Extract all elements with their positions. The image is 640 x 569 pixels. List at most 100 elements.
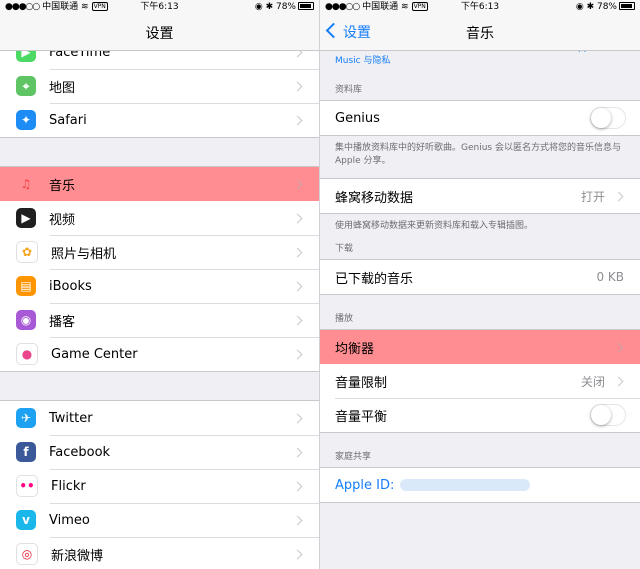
cellular-note: 使用蜂窝移动数据来更新资料库和载入专辑插图。 — [335, 221, 534, 231]
status-bar: ●●●○○ 中国联通 ≋ VPN 下午6:13 ◉ ✱ 78% — [0, 0, 319, 14]
videos-icon: ▶ — [16, 208, 36, 228]
chevron-right-icon — [292, 515, 303, 525]
settings-item-label: Facebook — [49, 444, 111, 460]
chevron-right-icon — [292, 81, 303, 91]
weibo-icon: ◎ — [16, 543, 38, 565]
cellular-data-label: 蜂窝移动数据 — [335, 190, 414, 206]
settings-item-label: 新浪微博 — [51, 548, 104, 564]
settings-group: ✈ Twitter f Facebook •• Flickr v Vimeo ◎ 新浪微博 — [0, 400, 319, 569]
ibooks-icon: ▤ — [16, 276, 36, 296]
maps-icon: ⌖ — [16, 76, 36, 96]
settings-item-vimeo[interactable]: v Vimeo — [0, 503, 319, 537]
settings-item-label: 播客 — [49, 314, 76, 330]
settings-group: ♫ 音乐 ▶ 视频 ✿ 照片与相机 ▤ iBooks ◉ 播客 ● Game Center — [0, 166, 319, 372]
sound-check-toggle[interactable] — [590, 404, 626, 426]
photos-icon: ✿ — [16, 241, 38, 263]
lock-rotation-icon: ◉ — [254, 2, 263, 12]
settings-item-videos[interactable]: ▶ 视频 — [0, 201, 319, 235]
settings-item-podcasts[interactable]: ◉ 播客 — [0, 303, 319, 337]
chevron-right-icon — [613, 376, 624, 386]
library-group: Genius — [320, 100, 640, 136]
chevron-right-icon — [292, 281, 303, 291]
settings-item-label: iBooks — [49, 278, 92, 294]
settings-item-maps[interactable]: ⌖ 地图 — [0, 69, 319, 103]
cellular-data-value: 打开 — [580, 189, 605, 204]
settings-item-ibooks[interactable]: ▤ iBooks — [0, 269, 319, 303]
music-settings-screen: ●●●○○ 中国联通 ≋VPN 下午6:13 ◉ ✱ 78% 设置 音乐 自方歌… — [320, 0, 640, 569]
settings-item-label: Vimeo — [49, 512, 90, 528]
music-icon: ♫ — [20, 177, 32, 191]
settings-item-facebook[interactable]: f Facebook — [0, 435, 319, 469]
apple-id-row[interactable]: Apple ID: — [320, 468, 640, 502]
settings-item-label: 音乐 — [49, 178, 76, 194]
battery-icon — [298, 2, 314, 10]
battery-percent: 78% — [596, 2, 617, 12]
settings-item-safari[interactable]: ✦ Safari — [0, 103, 319, 137]
settings-item-twitter[interactable]: ✈ Twitter — [0, 401, 319, 435]
sound-check-row: 音量平衡 — [320, 398, 640, 432]
nav-bar: 设置 — [0, 14, 319, 51]
battery-percent: 78% — [275, 2, 296, 12]
settings-item-label: 视频 — [49, 212, 76, 228]
game-center-icon: ● — [16, 343, 38, 365]
playback-section-header: 播放 — [335, 314, 354, 324]
settings-item-music[interactable]: ♫ 音乐 — [0, 167, 319, 201]
genius-toggle[interactable] — [590, 107, 626, 129]
page-title: 设置 — [145, 26, 174, 42]
genius-label: Genius — [335, 110, 380, 126]
lock-rotation-icon: ◉ — [575, 2, 584, 12]
settings-item-photos[interactable]: ✿ 照片与相机 — [0, 235, 319, 269]
chevron-right-icon — [613, 191, 624, 201]
volume-limit-label: 音量限制 — [335, 375, 388, 391]
equalizer-row[interactable]: 均衡器 — [320, 330, 640, 364]
chevron-right-icon — [292, 213, 303, 223]
settings-list: ▶ FaceTime ⌖ 地图 ✦ Safari ♫ 音乐 ▶ 视频 ✿ 照片与相机 ▤ iBooks ◉ 播… — [0, 34, 319, 569]
volume-limit-value: 关闭 — [580, 374, 605, 389]
volume-limit-row[interactable]: 音量限制 关闭 — [320, 364, 640, 398]
genius-note: 集中播放资料库中的好听歌曲。Genius 会以匿名方式将您的音乐信息与 Appl… — [335, 143, 621, 166]
nav-bar: 设置 音乐 — [320, 14, 640, 51]
playback-group: 均衡器 音量限制 关闭 音量平衡 — [320, 329, 640, 433]
settings-item-label: 照片与相机 — [51, 246, 117, 262]
sound-check-label: 音量平衡 — [335, 409, 388, 425]
equalizer-label: 均衡器 — [335, 341, 375, 357]
downloaded-music-row[interactable]: 已下载的音乐 0 KB — [320, 260, 640, 294]
chevron-right-icon — [292, 549, 303, 559]
twitter-icon: ✈ — [16, 408, 36, 428]
bluetooth-icon: ✱ — [265, 2, 274, 12]
page-title: 音乐 — [466, 26, 494, 42]
settings-screen: ●●●○○ 中国联通 ≋ VPN 下午6:13 ◉ ✱ 78% 设置 ▶ FaceT… — [0, 0, 320, 569]
chevron-right-icon — [292, 247, 303, 257]
music-settings-list: 自方歌曲，专业推荐，及整个音乐资料库。尽在一处。关于 Apple Music 与… — [320, 40, 640, 503]
vimeo-icon: v — [16, 510, 36, 530]
bluetooth-icon: ✱ — [586, 2, 595, 12]
settings-item-weibo[interactable]: ◎ 新浪微博 — [0, 537, 319, 569]
chevron-right-icon — [292, 179, 303, 189]
apple-id-label: Apple ID: — [335, 478, 640, 493]
flickr-icon: •• — [16, 475, 38, 497]
downloaded-music-label: 已下载的音乐 — [335, 271, 414, 287]
genius-row: Genius — [320, 101, 640, 135]
settings-item-label: Game Center — [51, 346, 138, 362]
downloaded-music-size: 0 KB — [596, 270, 624, 284]
family-sharing-section-header: 家庭共享 — [335, 452, 372, 462]
safari-icon: ✦ — [16, 110, 36, 130]
podcasts-icon: ◉ — [16, 310, 36, 330]
chevron-right-icon — [292, 447, 303, 457]
cellular-group: 蜂窝移动数据 打开 — [320, 178, 640, 214]
settings-item-label: Flickr — [51, 478, 86, 494]
settings-item-flickr[interactable]: •• Flickr — [0, 469, 319, 503]
chevron-right-icon — [613, 342, 624, 352]
chevron-right-icon — [292, 115, 303, 125]
settings-item-label: Safari — [49, 112, 87, 128]
library-section-header: 资料库 — [335, 85, 363, 95]
settings-item-game-center[interactable]: ● Game Center — [0, 337, 319, 371]
chevron-right-icon — [292, 315, 303, 325]
settings-item-label: Twitter — [49, 410, 93, 426]
apple-id-label-text: Apple ID: — [335, 477, 395, 493]
apple-id-redacted — [400, 478, 531, 491]
cellular-data-row[interactable]: 蜂窝移动数据 打开 — [320, 179, 640, 213]
chevron-right-icon — [292, 349, 303, 359]
downloads-group: 已下载的音乐 0 KB — [320, 259, 640, 295]
family-sharing-group: Apple ID: — [320, 467, 640, 503]
